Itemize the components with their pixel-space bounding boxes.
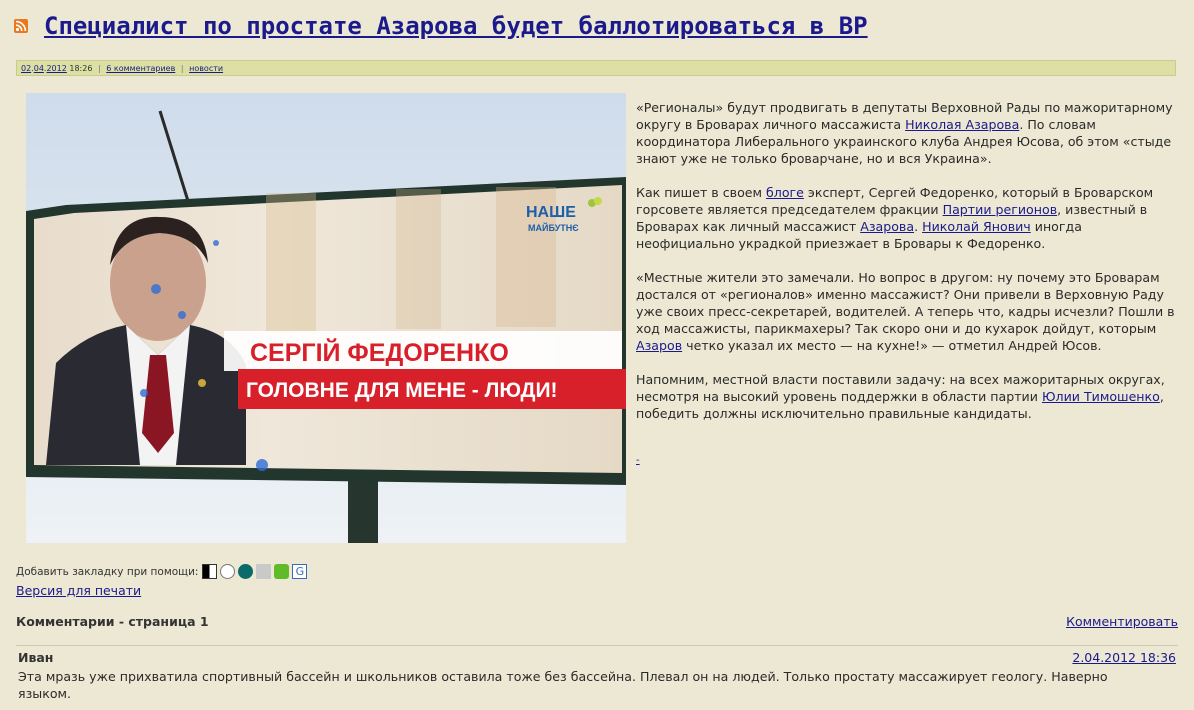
meta-bar: 02.04.2012 18:26 | 6 комментариев | ново… [16, 60, 1176, 76]
date-month-link[interactable]: 04 [34, 64, 44, 73]
empty-link[interactable]: - [636, 455, 640, 466]
comment-author: Иван [18, 650, 54, 665]
link-nikolai-azarov[interactable]: Николая Азарова [905, 117, 1019, 132]
rss-icon[interactable] [14, 19, 28, 33]
reddit-icon[interactable] [220, 564, 236, 579]
add-comment-link[interactable]: Комментировать [1066, 614, 1178, 629]
blinklist-icon[interactable] [256, 564, 272, 579]
article-body: «Регионалы» будут продвигать в депутаты … [636, 99, 1176, 439]
comments-heading: Комментарии - страница 1 [16, 614, 209, 629]
date-year-link[interactable]: 2012 [46, 64, 66, 73]
meta-separator: | [180, 64, 184, 73]
bookmarks-label: Добавить закладку при помощи: [16, 565, 199, 578]
date-day-link[interactable]: 02 [21, 64, 31, 73]
delicious-icon[interactable] [202, 564, 218, 579]
comment-text: Эта мразь уже прихватила спортивный басс… [18, 669, 1108, 701]
billboard-illustration: СЕРГІЙ ФЕДОРЕНКО ГОЛОВНЕ ДЛЯ МЕНЕ - ЛЮДИ… [26, 93, 626, 543]
link-party-of-regions[interactable]: Партии регионов [943, 202, 1058, 217]
google-bookmark-icon[interactable]: G [292, 564, 308, 579]
title-row: Специалист по простате Азарова будет бал… [14, 12, 868, 40]
bookmarks-row: Добавить закладку при помощи: G [16, 564, 308, 579]
link-azarov-2[interactable]: Азаров [636, 338, 682, 353]
page-title[interactable]: Специалист по простате Азарова будет бал… [44, 12, 868, 40]
category-link[interactable]: новости [189, 64, 223, 73]
post-time: 18:26 [69, 64, 93, 73]
billboard-name: СЕРГІЙ ФЕДОРЕНКО [250, 337, 509, 367]
article-paragraph-4: Напомним, местной власти поставили задач… [636, 372, 1165, 421]
newsvine-icon[interactable] [238, 564, 254, 579]
billboard-logo-line2: МАЙБУТНЄ [528, 222, 579, 233]
print-version-link[interactable]: Версия для печати [16, 583, 141, 598]
billboard-logo-line1: НАШЕ [526, 204, 576, 221]
furl-icon[interactable] [274, 564, 290, 579]
article-paragraph-1: «Регионалы» будут продвигать в депутаты … [636, 100, 1173, 166]
meta-separator: | [97, 64, 101, 73]
link-yulia-tymoshenko[interactable]: Юлии Тимошенко [1042, 389, 1160, 404]
article-photo: СЕРГІЙ ФЕДОРЕНКО ГОЛОВНЕ ДЛЯ МЕНЕ - ЛЮДИ… [26, 93, 626, 543]
comment-date-link[interactable]: 2.04.2012 18:36 [1072, 650, 1176, 665]
link-blog[interactable]: блоге [766, 185, 804, 200]
comment-item: Иван 2.04.2012 18:36 Эта мразь уже прихв… [16, 645, 1178, 705]
comments-count-link[interactable]: 6 комментариев [106, 64, 175, 73]
article-paragraph-2: Как пишет в своем блоге эксперт, Сергей … [636, 185, 1154, 251]
article-paragraph-3: «Местные жители это замечали. Но вопрос … [636, 270, 1175, 353]
link-nikolai-yanovich[interactable]: Николай Янович [922, 219, 1031, 234]
billboard-slogan: ГОЛОВНЕ ДЛЯ МЕНЕ - ЛЮДИ! [246, 379, 558, 402]
link-azarov[interactable]: Азарова [860, 219, 914, 234]
